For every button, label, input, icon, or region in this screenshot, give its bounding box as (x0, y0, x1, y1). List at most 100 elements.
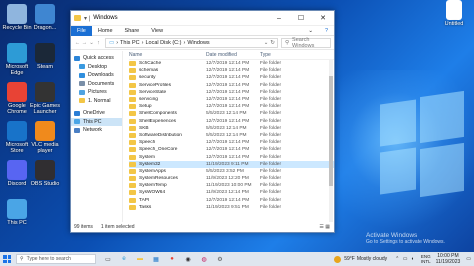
file-row[interactable]: Speech 12/7/2019 12:14 PM File folder (129, 139, 334, 146)
desktop-file-untitled[interactable]: Untitled (434, 0, 474, 27)
nav-item-label: Pictures (88, 89, 107, 96)
file-row[interactable]: SystemResources 11/9/2023 12:20 PM File fo… (129, 175, 334, 182)
help-icon[interactable]: ? (319, 28, 334, 34)
task-view-icon[interactable]: ▭ (102, 253, 114, 265)
file-row[interactable]: SKB 5/5/2023 12:14 PM File folder (129, 125, 334, 132)
nav-item-6[interactable]: OneDrive (71, 109, 122, 118)
file-row[interactable]: SchCache 12/7/2019 12:14 PM File folder (129, 60, 334, 67)
weather-widget[interactable]: 59°F Mostly cloudy (334, 255, 387, 263)
breadcrumb-this-pc[interactable]: This PC (120, 40, 140, 46)
taskbar-search[interactable]: ⚲ Type here to search (16, 254, 96, 264)
file-row[interactable]: System 12/7/2019 12:14 PM File folder (129, 153, 334, 160)
quick-access-toolbar-icon[interactable]: ▾ | (84, 15, 90, 22)
file-date: 12/7/2019 12:14 PM (206, 154, 250, 160)
back-arrow-icon[interactable]: ← (74, 40, 81, 46)
explorer-icon[interactable]: ▬ (134, 253, 146, 265)
file-row[interactable]: ShellComponents 5/5/2023 12:14 PM File fol… (129, 110, 334, 117)
nav-item-label: OneDrive (83, 110, 105, 117)
column-type[interactable]: Type (260, 52, 300, 58)
desktop-icon-right-3[interactable]: VLC media player (28, 121, 62, 154)
tab-file[interactable]: File (71, 25, 92, 36)
start-button[interactable] (0, 252, 14, 266)
file-row[interactable]: ServiceProfiles 12/7/2019 12:14 PM File fo… (129, 82, 334, 89)
tab-share[interactable]: Share (119, 28, 146, 34)
nav-item-0[interactable]: Quick access (71, 54, 122, 63)
view-toggle-icons[interactable]: ☰ ▦ (319, 224, 330, 230)
nav-item-1[interactable]: Desktop (71, 63, 122, 72)
file-row[interactable]: Speech_OneCore 12/7/2019 12:14 PM File fol… (129, 146, 334, 153)
file-row[interactable]: TAPI 12/7/2019 12:14 PM File folder (129, 197, 334, 204)
minimize-button[interactable]: – (268, 11, 290, 26)
nav-item-3[interactable]: Documents (71, 80, 122, 89)
file-row[interactable]: SoftwareDistribution 5/5/2023 12:14 PM Fil… (129, 132, 334, 139)
breadcrumb-local-disk[interactable]: Local Disk (C:) (145, 40, 181, 46)
file-name: SchCache (139, 61, 162, 67)
desktop-icon-right-4[interactable]: OBS Studio (28, 160, 62, 187)
column-date-modified[interactable]: Date modified (206, 52, 260, 58)
file-name: ShellComponents (139, 111, 177, 117)
scrollbar-thumb[interactable] (329, 76, 333, 186)
desktop-icon-label: This PC (7, 220, 27, 226)
nav-item-7[interactable]: This PC (71, 117, 122, 126)
activate-title: Activate Windows (366, 232, 418, 239)
file-name: SysWOW64 (139, 190, 166, 196)
nav-item-8[interactable]: Network (71, 126, 122, 135)
file-row[interactable]: Tasks 11/19/2023 9:51 PM File folder (129, 204, 334, 211)
desktop-icon-label: Epic Games Launcher (30, 103, 60, 115)
desktop-icon-right-1[interactable]: Steam (28, 43, 62, 70)
file-row[interactable]: SystemApps 5/5/2023 3:52 PM File folder (129, 168, 334, 175)
file-row[interactable]: ServiceState 12/7/2019 12:14 PM File folde… (129, 89, 334, 96)
tray-icons[interactable]: ⌃ ▭ ◖ (395, 256, 415, 262)
ribbon-expand-icon[interactable]: ⌄ (302, 28, 319, 34)
store-icon[interactable]: ▦ (150, 253, 162, 265)
file-row[interactable]: SystemTemp 11/19/2023 10:00 PM File folder (129, 182, 334, 189)
nav-item-5[interactable]: 1. Normal (71, 97, 122, 106)
maximize-button[interactable]: ☐ (290, 11, 312, 26)
nav-item-2[interactable]: Downloads (71, 71, 122, 80)
search-box[interactable]: ⚲ Search Windows (281, 37, 331, 49)
file-row[interactable]: SysWOW64 11/9/2023 12:14 PM File folder (129, 189, 334, 196)
file-date: 11/19/2023 9:51 PM (206, 204, 249, 210)
column-name[interactable]: Name (129, 52, 206, 58)
obs-icon[interactable]: ◉ (182, 253, 194, 265)
file-row[interactable]: System32 11/19/2023 9:11 PM File folder (129, 160, 334, 168)
folder-icon (129, 75, 136, 81)
breadcrumb-windows[interactable]: Windows (187, 40, 209, 46)
settings-icon[interactable]: ⚙ (214, 253, 226, 265)
file-type: File folder (260, 147, 282, 153)
file-row[interactable]: servicing 12/7/2019 12:14 PM File folder (129, 96, 334, 103)
close-button[interactable]: ✕ (312, 11, 334, 26)
address-dropdown-icon[interactable]: ⌄ (264, 40, 269, 46)
file-row[interactable]: Setup 12/7/2019 12:14 PM File folder (129, 103, 334, 110)
refresh-icon[interactable]: ↻ (270, 40, 275, 46)
notification-icon[interactable]: ▭ (466, 256, 471, 262)
chrome-icon[interactable]: ● (166, 253, 178, 265)
file-row[interactable]: security 12/7/2019 12:14 PM File folder (129, 74, 334, 81)
desktop-icon-right-2[interactable]: Epic Games Launcher (28, 82, 62, 115)
folder-icon (129, 61, 136, 67)
edge-icon[interactable]: e (118, 253, 130, 265)
file-name: ServiceProfiles (139, 82, 171, 88)
recent-locations-icon[interactable]: ⌄ (88, 40, 95, 46)
up-arrow-icon[interactable]: ↑ (95, 40, 102, 46)
app-icon[interactable]: ◍ (198, 253, 210, 265)
forward-arrow-icon[interactable]: → (81, 40, 88, 46)
desktop-icon-left-5[interactable]: This PC (0, 199, 34, 226)
folder-icon (129, 190, 136, 196)
folder-icon (79, 98, 85, 104)
windows-wallpaper-logo (380, 88, 466, 208)
address-bar[interactable]: ▭ › This PC › Local Disk (C:) › Windows … (105, 37, 278, 48)
tab-home[interactable]: Home (92, 28, 119, 34)
file-row[interactable]: ShellExperiences 12/7/2019 12:14 PM File f… (129, 118, 334, 125)
tab-view[interactable]: View (145, 28, 169, 34)
nav-item-4[interactable]: Pictures (71, 88, 122, 97)
language-indicator[interactable]: ENG INTL (421, 254, 431, 265)
file-row[interactable]: schemas 12/7/2019 12:14 PM File folder (129, 67, 334, 74)
file-date: 12/7/2019 12:14 PM (206, 97, 250, 103)
desktop-icon-right-0[interactable]: Dragon... (28, 4, 62, 31)
clock[interactable]: 10:00 PM 11/19/2023 (436, 253, 461, 265)
vertical-scrollbar[interactable] (329, 60, 333, 222)
file-date: 11/19/2023 9:11 PM (206, 161, 249, 167)
download-icon (79, 72, 85, 78)
title-bar[interactable]: ▾ | Windows – ☐ ✕ (71, 11, 334, 26)
